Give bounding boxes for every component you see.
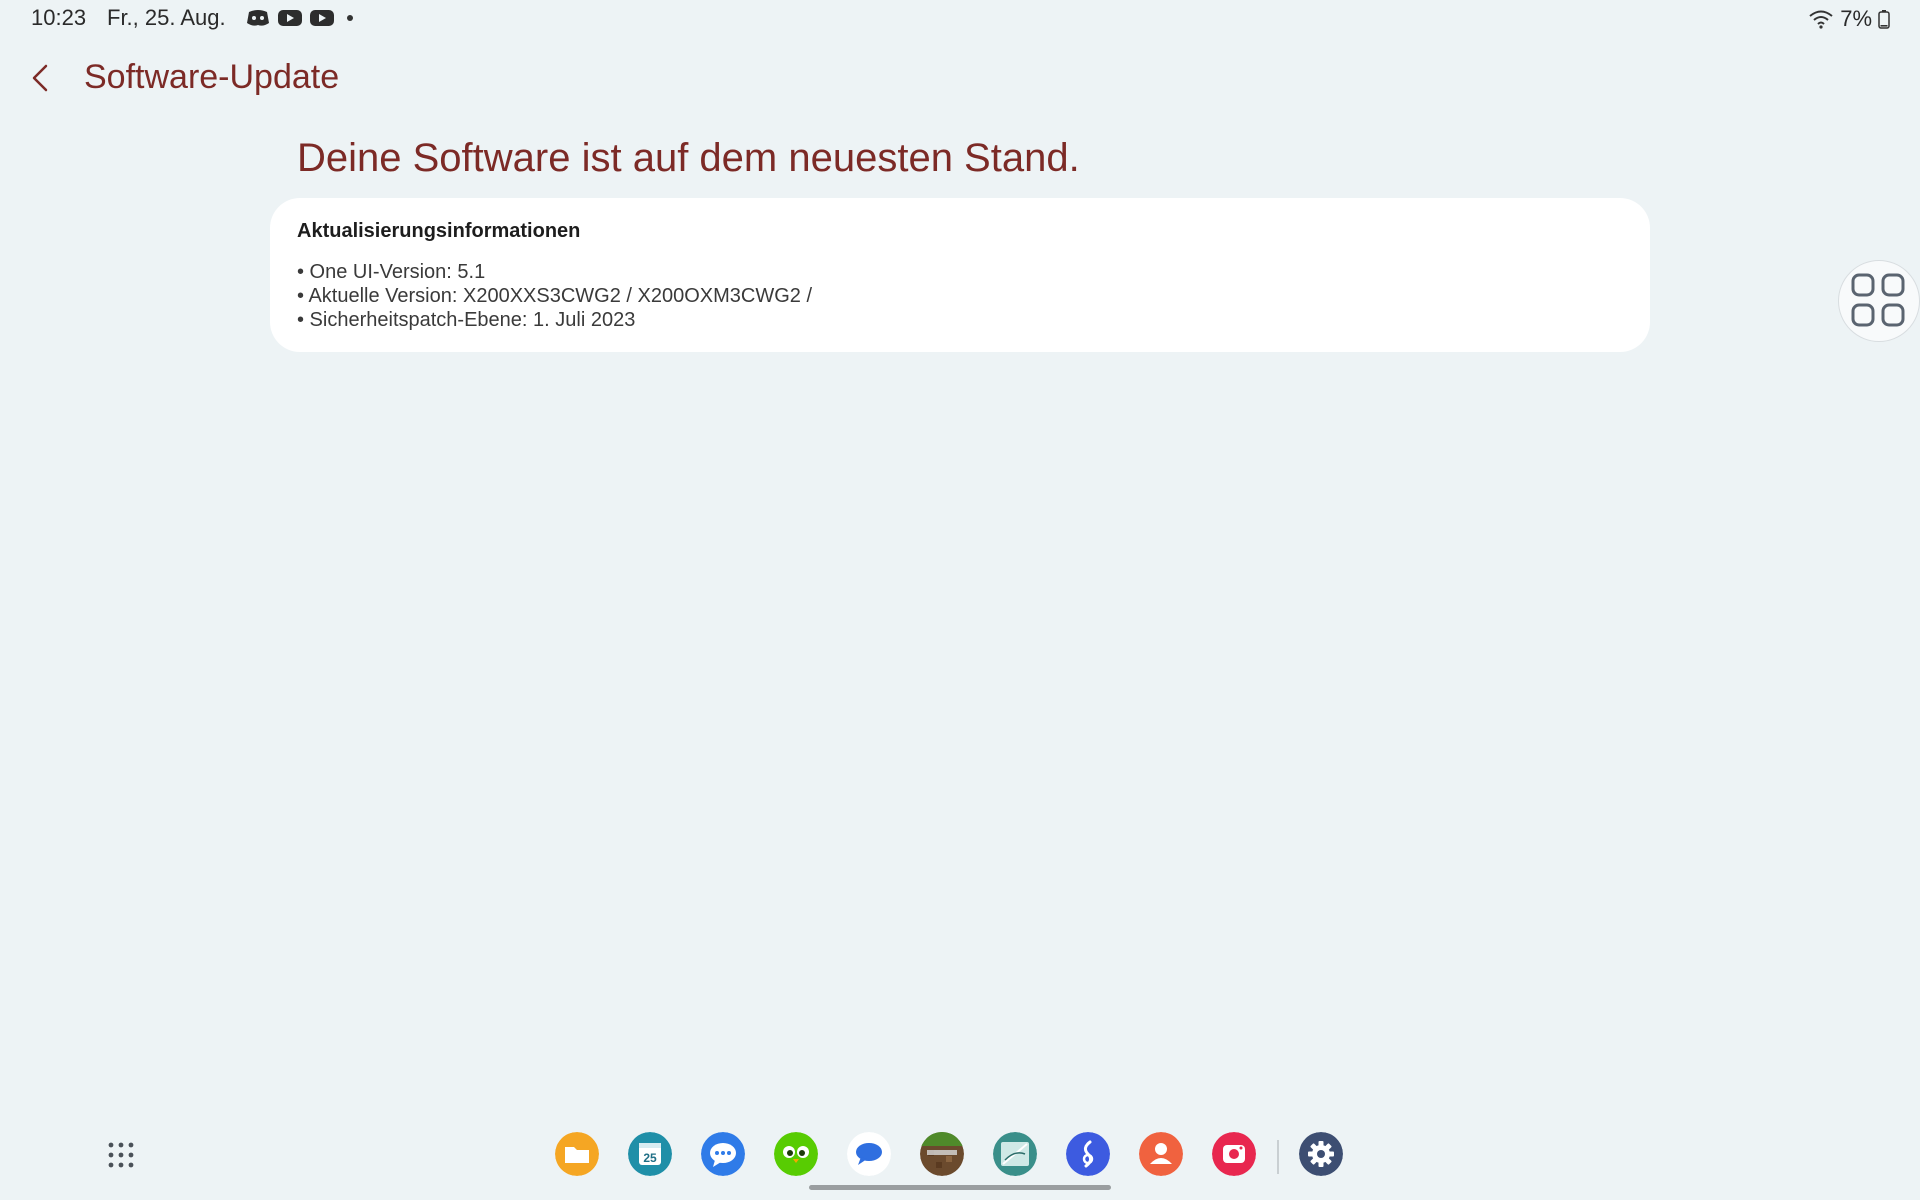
list-item-current-version: • Aktuelle Version: X200XXS3CWG2 / X200O…: [297, 285, 813, 307]
more-notifications-dot: [347, 15, 353, 21]
minecraft-icon[interactable]: [920, 1132, 964, 1176]
card-title: Aktualisierungsinformationen: [297, 220, 581, 242]
screen-recorder-icon[interactable]: [1212, 1132, 1256, 1176]
status-bar: 10:23 Fr., 25. Aug. 7%: [0, 0, 1920, 36]
apps-grid-icon[interactable]: [106, 1140, 136, 1170]
wifi-icon: [1809, 10, 1833, 29]
settings-gear-icon[interactable]: [1299, 1132, 1343, 1176]
dock-separator: [1277, 1140, 1279, 1174]
grid-four-icon: [1851, 273, 1905, 327]
chat-bubble-icon[interactable]: [847, 1132, 891, 1176]
page-title: Software-Update: [84, 58, 340, 96]
messages-icon[interactable]: [701, 1132, 745, 1176]
status-time: 10:23: [31, 5, 87, 30]
youtube-icon: [278, 10, 302, 26]
calendar-icon[interactable]: 25: [628, 1132, 672, 1176]
discord-icon: [247, 10, 269, 26]
edge-panel-handle[interactable]: [1838, 260, 1920, 342]
update-info-list: • One UI-Version: 5.1 • Aktuelle Version…: [297, 260, 812, 332]
update-status-headline: Deine Software ist auf dem neuesten Stan…: [297, 136, 1080, 180]
status-date: Fr., 25. Aug.: [107, 5, 226, 30]
home-gesture-bar[interactable]: [809, 1185, 1111, 1190]
contacts-icon[interactable]: [1139, 1132, 1183, 1176]
files-icon[interactable]: [555, 1132, 599, 1176]
calendar-day-label: 25: [643, 1151, 657, 1165]
battery-icon: [1878, 10, 1890, 29]
battery-percent: 7%: [1840, 6, 1872, 31]
update-info-card: Aktualisierungsinformationen • One UI-Ve…: [270, 198, 1650, 352]
notification-icons: [245, 8, 353, 28]
status-right: 7%: [1808, 6, 1890, 32]
notes-icon[interactable]: [993, 1132, 1037, 1176]
list-item-security-patch: • Sicherheitspatch-Ebene: 1. Juli 2023: [297, 309, 636, 331]
back-chevron-left-icon[interactable]: [26, 58, 56, 98]
link-icon[interactable]: [1066, 1132, 1110, 1176]
list-item-oneui-version: • One UI-Version: 5.1: [297, 261, 486, 283]
duolingo-icon[interactable]: [774, 1132, 818, 1176]
youtube-icon: [310, 10, 334, 26]
